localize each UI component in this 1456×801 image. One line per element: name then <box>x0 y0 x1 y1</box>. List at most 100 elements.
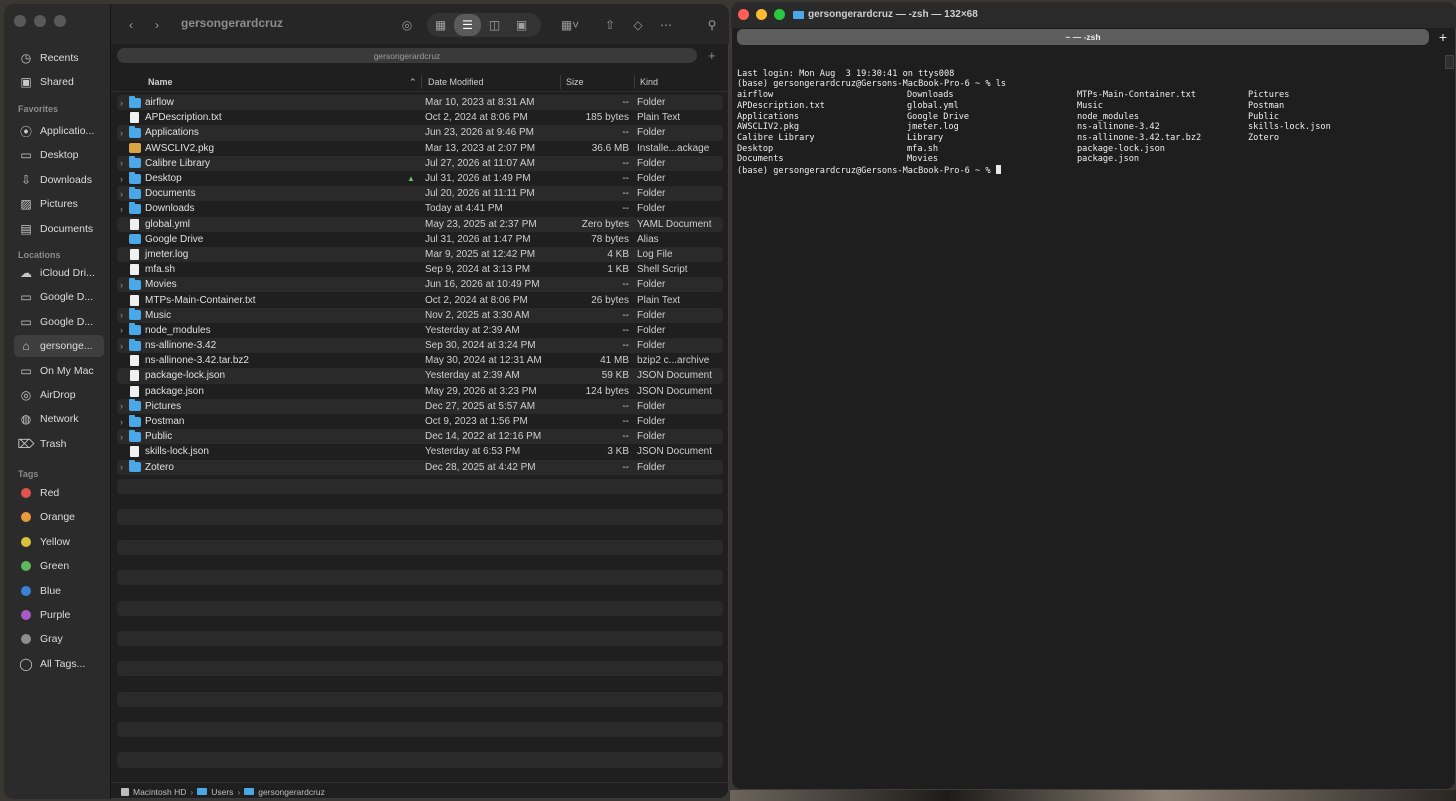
column-divider[interactable] <box>634 75 635 89</box>
file-row[interactable]: › Desktop Jul 31, 2026 at 1:49 PM -- Folder ▲ <box>117 171 723 186</box>
sidebar-tag-gray[interactable]: Gray <box>14 628 104 650</box>
sidebar-item-airdrop[interactable]: ◎ AirDrop <box>14 384 104 406</box>
file-row[interactable]: package.json May 29, 2026 at 3:23 PM 124 b… <box>117 384 723 399</box>
column-divider[interactable] <box>560 75 561 89</box>
path-item-home[interactable]: gersongerardcruz <box>258 787 325 797</box>
file-row[interactable]: jmeter.log Mar 9, 2025 at 12:42 PM 4 KB Log… <box>117 246 723 263</box>
sidebar-tag-yellow[interactable]: Yellow <box>14 531 104 553</box>
minimize-button[interactable] <box>34 15 46 27</box>
sidebar-item-shared[interactable]: ▣ Shared <box>14 71 104 93</box>
disclosure-chevron-icon[interactable]: › <box>120 128 128 138</box>
column-date-header[interactable]: Date Modified <box>428 77 484 87</box>
sidebar-item-on-my-mac[interactable]: ▭ On My Mac <box>14 360 104 382</box>
file-row[interactable]: › Movies Jun 16, 2026 at 10:49 PM -- Folder <box>117 277 723 293</box>
disclosure-chevron-icon[interactable]: › <box>120 189 128 199</box>
file-icon <box>130 355 139 367</box>
file-row[interactable]: APDescription.txt Oct 2, 2024 at 8:06 PM 1… <box>117 110 723 125</box>
sidebar-tag-all-tags[interactable]: ◯ All Tags... <box>14 653 104 675</box>
file-row[interactable]: › Zotero Dec 28, 2025 at 4:42 PM -- Folder <box>117 459 723 475</box>
search-button[interactable]: ⚲ <box>701 13 723 37</box>
group-by-button[interactable]: ▦˅ <box>551 13 589 37</box>
sidebar-item-applicatio[interactable]: ⦿ Applicatio... <box>14 120 104 142</box>
new-tab-button[interactable]: + <box>708 48 716 63</box>
zoom-button[interactable] <box>774 9 785 20</box>
file-row[interactable]: › airflow Mar 10, 2023 at 8:31 AM -- Folder <box>117 95 723 111</box>
file-row[interactable]: › Documents Jul 20, 2026 at 11:11 PM -- Fold… <box>117 186 723 202</box>
forward-button[interactable]: › <box>145 13 169 37</box>
file-row[interactable]: › Calibre Library Jul 27, 2026 at 11:07 AM… <box>117 155 723 171</box>
back-button[interactable]: ‹ <box>119 13 143 37</box>
disclosure-chevron-icon[interactable]: › <box>120 341 128 351</box>
disclosure-chevron-icon[interactable]: › <box>120 417 128 427</box>
sidebar-item-desktop[interactable]: ▭ Desktop <box>14 144 104 166</box>
disclosure-chevron-icon[interactable]: › <box>120 174 128 184</box>
path-item-disk[interactable]: Macintosh HD <box>133 787 186 797</box>
sidebar-item-icloud-dri[interactable]: ☁ iCloud Dri... <box>14 262 104 284</box>
file-row[interactable]: › Downloads Today at 4:41 PM -- Folder <box>117 201 723 216</box>
sidebar-tag-green[interactable]: Green <box>14 555 104 577</box>
sidebar-tag-red[interactable]: Red <box>14 482 104 504</box>
disclosure-chevron-icon[interactable]: › <box>120 204 128 214</box>
scroll-indicator[interactable] <box>1445 55 1454 69</box>
file-date-modified: Yesterday at 2:39 AM <box>425 370 520 382</box>
sidebar-tag-blue[interactable]: Blue <box>14 580 104 602</box>
file-row[interactable]: › ns-allinone-3.42 Sep 30, 2024 at 3:24 PM… <box>117 338 723 354</box>
file-row[interactable]: Google Drive Jul 31, 2026 at 1:47 PM 78 by… <box>117 232 723 247</box>
airdrop-button[interactable]: ◎ <box>395 13 419 37</box>
gallery-view-icon[interactable]: ▣ <box>508 14 535 36</box>
disclosure-chevron-icon[interactable]: › <box>120 432 128 442</box>
file-row[interactable]: ns-allinone-3.42.tar.bz2 May 30, 2024 at … <box>117 353 723 368</box>
column-view-icon[interactable]: ◫ <box>481 14 508 36</box>
file-row[interactable]: AWSCLIV2.pkg Mar 13, 2023 at 2:07 PM 36.6 … <box>117 141 723 156</box>
sidebar-item-network[interactable]: ◍ Network <box>14 408 104 430</box>
sidebar-item-recents[interactable]: ◷ Recents <box>14 47 104 69</box>
file-row[interactable]: › Music Nov 2, 2025 at 3:30 AM -- Folder <box>117 307 723 323</box>
file-row[interactable]: › Public Dec 14, 2022 at 12:16 PM -- Folder <box>117 429 723 445</box>
terminal-tab[interactable]: ~ — -zsh <box>737 29 1429 45</box>
file-name: Documents <box>145 188 196 200</box>
sidebar-item-pictures[interactable]: ▨ Pictures <box>14 193 104 215</box>
file-row[interactable]: skills-lock.json Yesterday at 6:53 PM 3 KB… <box>117 444 723 459</box>
minimize-button[interactable] <box>756 9 767 20</box>
column-size-header[interactable]: Size <box>566 77 584 87</box>
sidebar-tag-orange[interactable]: Orange <box>14 506 104 528</box>
disclosure-chevron-icon[interactable]: › <box>120 462 128 472</box>
close-button[interactable] <box>14 15 26 27</box>
disclosure-chevron-icon[interactable]: › <box>120 401 128 411</box>
disclosure-chevron-icon[interactable]: › <box>120 158 128 168</box>
list-view-icon[interactable]: ☰ <box>454 14 481 36</box>
column-divider[interactable] <box>421 75 422 89</box>
file-row[interactable]: global.yml May 23, 2025 at 2:37 PM Zero by… <box>117 216 723 232</box>
tag-button[interactable]: ◇ <box>627 13 649 37</box>
zoom-button[interactable] <box>54 15 66 27</box>
file-row[interactable]: › Postman Oct 9, 2023 at 1:56 PM -- Folder <box>117 414 723 429</box>
close-button[interactable] <box>738 9 749 20</box>
file-row[interactable]: › Pictures Dec 27, 2025 at 5:57 AM -- Folder <box>117 398 723 414</box>
sidebar-item-downloads[interactable]: ⇩ Downloads <box>14 169 104 191</box>
more-button[interactable]: ⋯ <box>655 13 677 37</box>
file-row[interactable]: › Applications Jun 23, 2026 at 9:46 PM -- Fo… <box>117 125 723 141</box>
disclosure-chevron-icon[interactable]: › <box>120 310 128 320</box>
sidebar-item-gersonge[interactable]: ⌂ gersonge... <box>14 335 104 358</box>
sidebar-item-google-d[interactable]: ▭ Google D... <box>14 286 104 308</box>
sidebar-tag-purple[interactable]: Purple <box>14 604 104 626</box>
column-name-header[interactable]: Name <box>148 77 173 87</box>
share-button[interactable]: ⇧ <box>599 13 621 37</box>
file-row[interactable]: mfa.sh Sep 9, 2024 at 3:13 PM 1 KB Shell Sc… <box>117 262 723 277</box>
sidebar-item-google-d[interactable]: ▭ Google D... <box>14 311 104 333</box>
column-kind-header[interactable]: Kind <box>640 77 658 87</box>
file-row[interactable]: › node_modules Yesterday at 2:39 AM -- Folde… <box>117 323 723 338</box>
new-tab-button[interactable]: + <box>1434 29 1452 45</box>
icon-view-icon[interactable]: ▦ <box>427 14 454 36</box>
tab-gersongerardcruz[interactable]: gersongerardcruz <box>117 48 697 63</box>
disclosure-chevron-icon[interactable]: › <box>120 98 128 108</box>
terminal-output[interactable]: Last login: Mon Aug 3 19:30:41 on ttys00… <box>737 58 1437 177</box>
path-separator-icon: › <box>237 786 241 797</box>
path-item-users[interactable]: Users <box>211 787 233 797</box>
disclosure-chevron-icon[interactable]: › <box>120 280 128 290</box>
sidebar-item-documents[interactable]: ▤ Documents <box>14 218 104 240</box>
file-row[interactable]: package-lock.json Yesterday at 2:39 AM 59 … <box>117 368 723 384</box>
disclosure-chevron-icon[interactable]: › <box>120 325 128 335</box>
file-row[interactable]: MTPs-Main-Container.txt Oct 2, 2024 at 8:… <box>117 292 723 307</box>
sidebar-item-trash[interactable]: ⌦ Trash <box>14 433 104 455</box>
